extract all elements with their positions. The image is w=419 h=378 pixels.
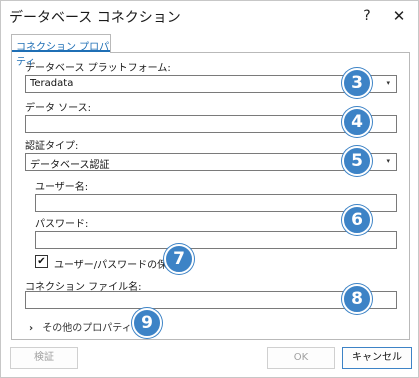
chevron-right-icon: › [29, 323, 34, 334]
callout-7: 7 [164, 244, 194, 274]
cancel-button[interactable]: キャンセル [342, 347, 412, 369]
save-credentials-checkbox[interactable]: ✔ [35, 255, 48, 268]
tab-active-indicator [12, 50, 110, 52]
more-properties-label: その他のプロパティ [42, 323, 132, 334]
callout-5: 5 [342, 146, 372, 176]
callout-6: 6 [342, 205, 372, 235]
help-button[interactable]: ? [357, 6, 377, 26]
username-label: ユーザー名: [35, 182, 89, 193]
platform-label: データベース プラットフォーム: [25, 63, 171, 74]
password-input[interactable] [35, 231, 397, 249]
validate-button[interactable]: 検証 [10, 347, 78, 369]
chevron-down-icon: ▾ [386, 79, 390, 87]
dialog-title: データベース コネクション [9, 10, 181, 26]
password-label: パスワード: [35, 219, 89, 230]
close-button[interactable]: ✕ [388, 5, 410, 27]
chevron-down-icon: ▾ [386, 157, 390, 165]
callout-3: 3 [342, 68, 372, 98]
title-bar: データベース コネクション ? ✕ [1, 1, 418, 31]
platform-value: Teradata [30, 78, 74, 89]
callout-8: 8 [342, 284, 372, 314]
username-input[interactable] [35, 194, 397, 212]
data-source-label: データ ソース: [25, 103, 92, 114]
auth-type-value: データベース認証 [30, 160, 110, 171]
callout-4: 4 [342, 107, 372, 137]
more-properties-expander[interactable]: › その他のプロパティ [29, 319, 132, 334]
database-connection-dialog: データベース コネクション ? ✕ コネクション プロパティ データベース プラ… [0, 0, 419, 378]
ok-button[interactable]: OK [267, 347, 335, 369]
callout-9: 9 [132, 308, 162, 338]
auth-type-label: 認証タイプ: [25, 141, 79, 152]
save-credentials-label: ユーザー/パスワードの保存 [54, 260, 178, 271]
